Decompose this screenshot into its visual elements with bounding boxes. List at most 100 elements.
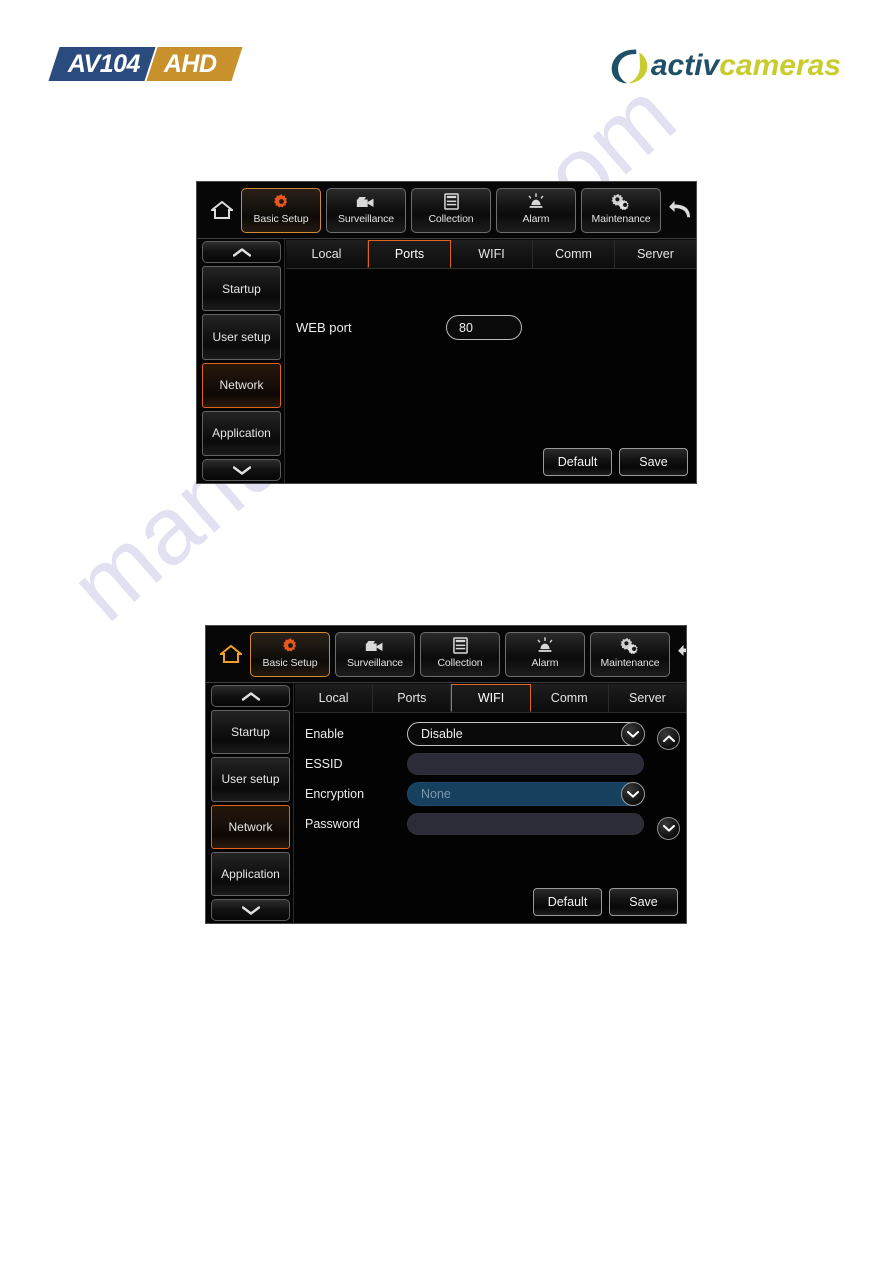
- sidebar-item-network[interactable]: Network: [211, 804, 290, 849]
- wifi-encryption-label: Encryption: [305, 787, 365, 801]
- tab-server[interactable]: Server: [615, 240, 696, 268]
- sidebar-scroll-down-button[interactable]: [211, 899, 290, 921]
- sidebar-item-user-setup[interactable]: User setup: [211, 757, 290, 802]
- chevron-up-icon: [241, 691, 260, 701]
- web-port-input[interactable]: 80: [446, 315, 522, 340]
- sidebar-label-user-setup: User setup: [212, 329, 271, 344]
- nav-button-basic-setup[interactable]: Basic Setup: [241, 187, 321, 233]
- wifi-password-input[interactable]: [407, 813, 644, 835]
- chevron-down-icon: [241, 905, 260, 915]
- sidebar-label-network: Network: [228, 819, 273, 834]
- activcameras-mark-icon: [611, 49, 648, 84]
- wifi-encryption-dropdown-button[interactable]: [621, 782, 645, 806]
- alarm-siren-icon: [535, 636, 555, 656]
- back-arrow-icon: [669, 200, 690, 218]
- home-button[interactable]: [212, 634, 250, 674]
- web-port-label: WEB port: [296, 320, 352, 335]
- tab-ports[interactable]: Ports: [373, 684, 452, 712]
- tab-wifi[interactable]: WIFI: [451, 684, 531, 712]
- nav-label-basic-setup: Basic Setup: [253, 212, 309, 225]
- wifi-enable-dropdown-button[interactable]: [621, 722, 645, 746]
- tab-ports[interactable]: Ports: [368, 240, 451, 268]
- product-model-logo: AV104 AHD: [48, 47, 243, 81]
- tab-server[interactable]: Server: [608, 684, 686, 712]
- nav-label-maintenance: Maintenance: [600, 656, 660, 669]
- sidebar-item-application[interactable]: Application: [211, 851, 290, 896]
- nav-label-surveillance: Surveillance: [338, 212, 394, 225]
- back-button[interactable]: [661, 190, 696, 230]
- nav-button-basic-setup[interactable]: Basic Setup: [250, 631, 330, 677]
- back-button[interactable]: [670, 634, 686, 674]
- nav-button-collection[interactable]: Collection: [420, 631, 500, 677]
- brand-text-activ: activ: [650, 49, 720, 82]
- sidebar-item-startup[interactable]: Startup: [202, 266, 281, 312]
- wifi-encryption-row: Encryption None: [305, 782, 645, 806]
- top-navigation-bar: Basic Setup Surveillance Collection Alar…: [206, 626, 686, 682]
- nav-button-surveillance[interactable]: Surveillance: [335, 631, 415, 677]
- wifi-encryption-select[interactable]: None: [407, 782, 644, 806]
- tab-wifi[interactable]: WIFI: [451, 240, 533, 268]
- nav-label-maintenance: Maintenance: [591, 212, 651, 225]
- nav-button-alarm[interactable]: Alarm: [505, 631, 585, 677]
- tab-comm[interactable]: Comm: [530, 684, 609, 712]
- wifi-form: Enable Disable ESSID Encryption None Pas…: [295, 713, 686, 923]
- home-icon: [220, 644, 242, 663]
- gear-icon: [282, 636, 299, 656]
- tab-local[interactable]: Local: [286, 240, 368, 268]
- save-button[interactable]: Save: [619, 448, 688, 476]
- web-port-row: WEB port 80: [296, 315, 522, 340]
- page-header: AV104 AHD activcameras: [0, 0, 893, 120]
- wifi-password-label: Password: [305, 817, 360, 831]
- sidebar-scroll-up-button[interactable]: [202, 241, 281, 263]
- nav-label-alarm: Alarm: [531, 656, 559, 669]
- double-gear-icon: [611, 192, 631, 212]
- sidebar-label-startup: Startup: [231, 725, 270, 740]
- device-body: Startup User setup Network Application L…: [197, 238, 696, 483]
- tab-comm[interactable]: Comm: [533, 240, 615, 268]
- home-button[interactable]: [203, 190, 241, 230]
- left-sidebar: Startup User setup Network Application: [206, 683, 294, 923]
- tab-local[interactable]: Local: [295, 684, 374, 712]
- sidebar-label-user-setup: User setup: [221, 772, 280, 787]
- content-scroll-down-button[interactable]: [657, 817, 680, 840]
- sidebar-scroll-up-button[interactable]: [211, 685, 290, 707]
- gear-icon: [273, 192, 290, 212]
- wifi-enable-row: Enable Disable: [305, 722, 645, 746]
- sidebar-item-user-setup[interactable]: User setup: [202, 314, 281, 360]
- wifi-essid-label: ESSID: [305, 757, 343, 771]
- tab-strip: Local Ports WIFI Comm Server: [295, 683, 686, 713]
- action-button-bar: Default Save: [533, 888, 678, 916]
- save-button[interactable]: Save: [609, 888, 678, 916]
- device-screen-ports: Basic Setup Surveillance Collection Alar…: [196, 181, 697, 484]
- sidebar-item-startup[interactable]: Startup: [211, 710, 290, 755]
- chevron-down-circle-icon: [662, 825, 675, 832]
- tab-strip: Local Ports WIFI Comm Server: [286, 239, 696, 269]
- sidebar-item-network[interactable]: Network: [202, 362, 281, 408]
- sidebar-scroll-down-button[interactable]: [202, 459, 281, 481]
- chevron-down-icon: [627, 790, 639, 798]
- wifi-enable-label: Enable: [305, 727, 344, 741]
- wifi-essid-input[interactable]: [407, 753, 644, 775]
- top-navigation-bar: Basic Setup Surveillance Collection Alar…: [197, 182, 696, 238]
- wifi-enable-select[interactable]: Disable: [407, 722, 644, 746]
- left-sidebar: Startup User setup Network Application: [197, 239, 285, 483]
- nav-label-alarm: Alarm: [522, 212, 550, 225]
- sidebar-label-application: Application: [212, 426, 271, 441]
- sidebar-label-application: Application: [221, 866, 280, 881]
- double-gear-icon: [620, 636, 640, 656]
- nav-button-collection[interactable]: Collection: [411, 187, 491, 233]
- wifi-field-rows: Enable Disable ESSID Encryption None Pas…: [305, 722, 678, 836]
- nav-button-surveillance[interactable]: Surveillance: [326, 187, 406, 233]
- default-button[interactable]: Default: [543, 448, 612, 476]
- sidebar-item-application[interactable]: Application: [202, 410, 281, 456]
- camcorder-icon: [365, 636, 385, 656]
- nav-button-alarm[interactable]: Alarm: [496, 187, 576, 233]
- wifi-password-row: Password: [305, 812, 644, 836]
- nav-button-maintenance[interactable]: Maintenance: [581, 187, 661, 233]
- back-arrow-icon: [678, 644, 686, 656]
- panel-content: Local Ports WIFI Comm Server WEB port 80…: [285, 239, 696, 483]
- nav-button-maintenance[interactable]: Maintenance: [590, 631, 670, 677]
- content-scroll-up-button[interactable]: [657, 727, 680, 750]
- default-button[interactable]: Default: [533, 888, 602, 916]
- wifi-essid-row: ESSID: [305, 752, 644, 776]
